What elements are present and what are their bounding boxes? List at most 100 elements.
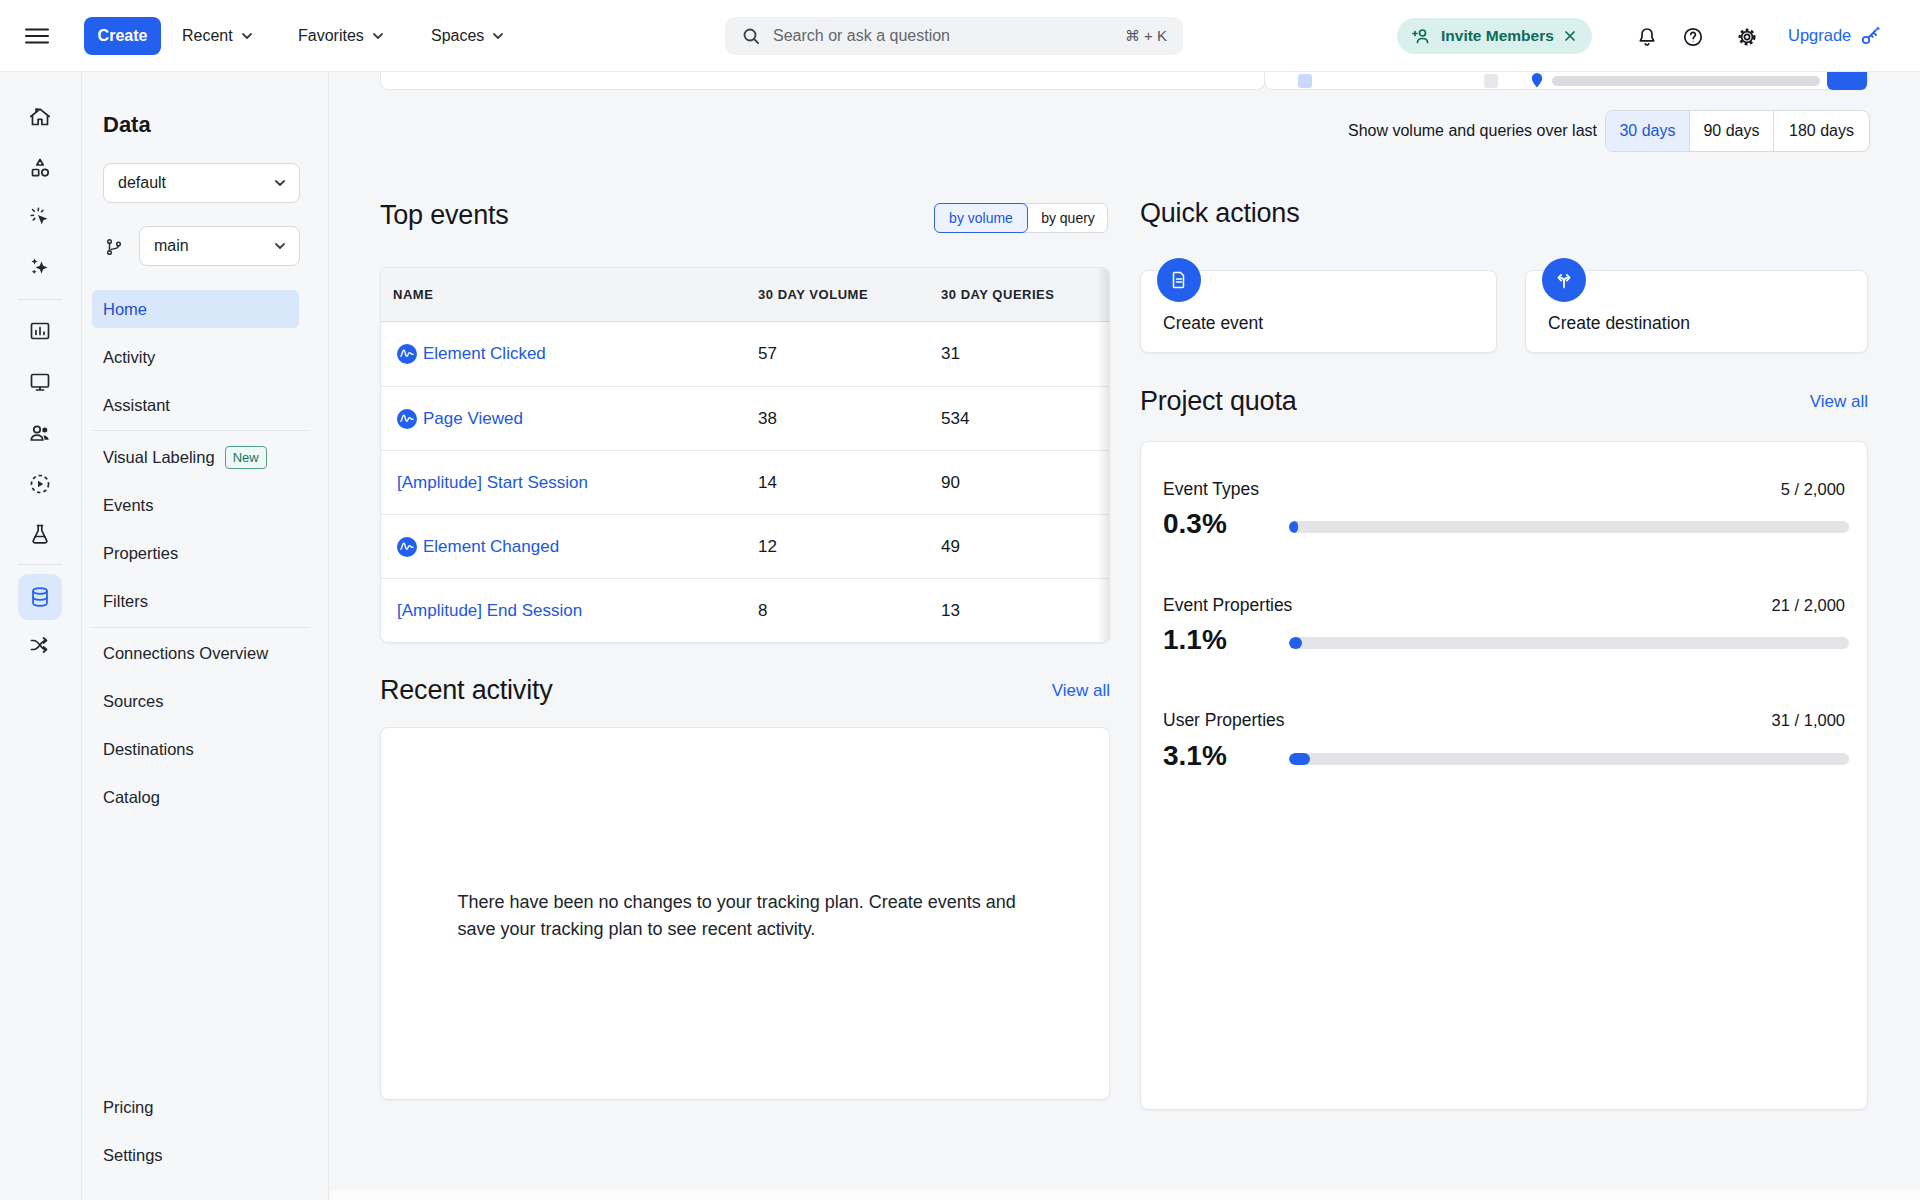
chart-icon[interactable] bbox=[28, 319, 52, 343]
sidebar-item-properties[interactable]: Properties bbox=[92, 534, 299, 572]
quota-usage: 5 / 2,000 bbox=[1781, 480, 1845, 499]
toggle-by-query[interactable]: by query bbox=[1028, 204, 1108, 232]
invite-members-button[interactable]: Invite Members bbox=[1397, 18, 1592, 54]
experiment-flask-icon[interactable] bbox=[28, 522, 52, 546]
table-header: NAME 30 DAY VOLUME 30 DAY QUERIES bbox=[381, 268, 1109, 322]
table-row: Page Viewed 38 534 bbox=[381, 386, 1109, 450]
invite-members-label: Invite Members bbox=[1441, 27, 1554, 45]
column-name: NAME bbox=[393, 287, 433, 302]
sidebar-item-filters[interactable]: Filters bbox=[92, 582, 299, 620]
event-link[interactable]: Page Viewed bbox=[423, 409, 523, 429]
shapes-icon[interactable] bbox=[28, 156, 52, 180]
favorites-label: Favorites bbox=[298, 27, 364, 45]
volume-value: 14 bbox=[758, 473, 777, 493]
settings-gear-icon[interactable] bbox=[1736, 26, 1758, 48]
sidebar-item-settings[interactable]: Settings bbox=[92, 1136, 299, 1174]
sidebar-item-events[interactable]: Events bbox=[92, 486, 299, 524]
event-link[interactable]: [Amplitude] Start Session bbox=[397, 473, 588, 493]
chevron-down-icon bbox=[491, 29, 505, 43]
rail-divider bbox=[18, 299, 62, 300]
quota-label: Event Types bbox=[1163, 479, 1259, 500]
sidebar-item-catalog[interactable]: Catalog bbox=[92, 778, 299, 816]
amplitude-event-icon bbox=[397, 344, 417, 364]
sidebar-item-connections-overview[interactable]: Connections Overview bbox=[92, 634, 299, 672]
sidebar-item-assistant[interactable]: Assistant bbox=[92, 386, 299, 424]
volume-value: 8 bbox=[758, 601, 767, 621]
close-icon[interactable] bbox=[1563, 29, 1577, 43]
volume-value: 57 bbox=[758, 344, 777, 364]
table-row: [Amplitude] End Session 8 13 bbox=[381, 578, 1109, 642]
spaces-label: Spaces bbox=[431, 27, 484, 45]
sidebar-item-destinations[interactable]: Destinations bbox=[92, 730, 299, 768]
search-icon bbox=[741, 26, 761, 46]
toggle-by-volume[interactable]: by volume bbox=[934, 203, 1028, 233]
recent-dropdown[interactable]: Recent bbox=[182, 0, 254, 71]
remnant-pin-icon bbox=[1530, 72, 1544, 89]
event-link[interactable]: Element Changed bbox=[423, 537, 559, 557]
volume-value: 38 bbox=[758, 409, 777, 429]
period-option-90-days[interactable]: 90 days bbox=[1690, 111, 1774, 151]
upgrade-key-icon bbox=[1858, 24, 1882, 48]
quota-percent: 1.1% bbox=[1163, 624, 1227, 656]
queries-value: 31 bbox=[941, 344, 960, 364]
create-event-card[interactable]: Create event bbox=[1140, 270, 1497, 353]
sidebar-item-visual-labeling[interactable]: Visual LabelingNew bbox=[92, 438, 299, 476]
bottom-strip bbox=[330, 1190, 1920, 1200]
period-option-30-days[interactable]: 30 days bbox=[1606, 111, 1690, 151]
hamburger-menu-icon[interactable] bbox=[24, 24, 50, 48]
amplitude-event-icon bbox=[397, 537, 417, 557]
create-button[interactable]: Create bbox=[84, 17, 161, 55]
help-icon[interactable] bbox=[1682, 26, 1704, 48]
person-plus-icon bbox=[1412, 26, 1432, 46]
spaces-dropdown[interactable]: Spaces bbox=[431, 0, 505, 71]
quota-progress-bar bbox=[1289, 753, 1849, 765]
sidebar-title: Data bbox=[103, 112, 151, 138]
notifications-bell-icon[interactable] bbox=[1636, 26, 1658, 48]
recent-activity-view-all[interactable]: View all bbox=[980, 681, 1110, 701]
queries-value: 534 bbox=[941, 409, 969, 429]
home-icon[interactable] bbox=[28, 105, 52, 129]
quota-progress-bar bbox=[1289, 637, 1849, 649]
search-shortcut: ⌘ + K bbox=[1125, 27, 1167, 45]
period-filter-group: 30 days 90 days 180 days bbox=[1605, 110, 1870, 152]
visual-labeling-cursor-icon[interactable] bbox=[28, 205, 52, 229]
project-quota-view-all[interactable]: View all bbox=[1738, 392, 1868, 412]
remnant-primary-button[interactable] bbox=[1827, 72, 1867, 90]
rail-divider bbox=[18, 564, 62, 565]
document-icon bbox=[1157, 258, 1201, 302]
project-select[interactable]: default bbox=[103, 163, 300, 203]
upgrade-label: Upgrade bbox=[1788, 26, 1851, 45]
scrolled-card-remnant-left bbox=[380, 72, 1265, 90]
ai-sparkles-icon[interactable] bbox=[28, 255, 52, 279]
recent-activity-card: There have been no changes to your track… bbox=[380, 727, 1110, 1100]
event-link[interactable]: [Amplitude] End Session bbox=[397, 601, 582, 621]
sidebar-item-sources[interactable]: Sources bbox=[92, 682, 299, 720]
branch-select[interactable]: main bbox=[139, 226, 300, 266]
quota-usage: 21 / 2,000 bbox=[1772, 596, 1845, 615]
table-row: [Amplitude] Start Session 14 90 bbox=[381, 450, 1109, 514]
quota-percent: 0.3% bbox=[1163, 508, 1227, 540]
upgrade-link[interactable]: Upgrade bbox=[1788, 0, 1882, 71]
users-icon[interactable] bbox=[28, 421, 52, 445]
chevron-down-icon bbox=[273, 239, 287, 253]
integrations-icon[interactable] bbox=[28, 633, 52, 657]
project-select-value: default bbox=[118, 174, 273, 192]
sidebar-item-pricing[interactable]: Pricing bbox=[92, 1088, 299, 1126]
remnant-slider-track bbox=[1552, 76, 1820, 86]
recent-label: Recent bbox=[182, 27, 233, 45]
favorites-dropdown[interactable]: Favorites bbox=[298, 0, 385, 71]
monitor-icon[interactable] bbox=[28, 370, 52, 394]
search-placeholder: Search or ask a question bbox=[773, 27, 1113, 45]
period-option-180-days[interactable]: 180 days bbox=[1774, 111, 1869, 151]
queries-value: 49 bbox=[941, 537, 960, 557]
volume-value: 12 bbox=[758, 537, 777, 557]
search-input[interactable]: Search or ask a question ⌘ + K bbox=[725, 17, 1183, 55]
event-link[interactable]: Element Clicked bbox=[423, 344, 546, 364]
project-quota-card: Event Types 5 / 2,000 0.3% Event Propert… bbox=[1140, 441, 1868, 1110]
data-database-icon[interactable] bbox=[28, 585, 52, 609]
sidebar-item-home[interactable]: Home bbox=[92, 290, 299, 328]
sidebar-item-activity[interactable]: Activity bbox=[92, 338, 299, 376]
quick-actions-title: Quick actions bbox=[1140, 198, 1299, 229]
create-destination-card[interactable]: Create destination bbox=[1525, 270, 1868, 353]
session-replay-icon[interactable] bbox=[28, 472, 52, 496]
